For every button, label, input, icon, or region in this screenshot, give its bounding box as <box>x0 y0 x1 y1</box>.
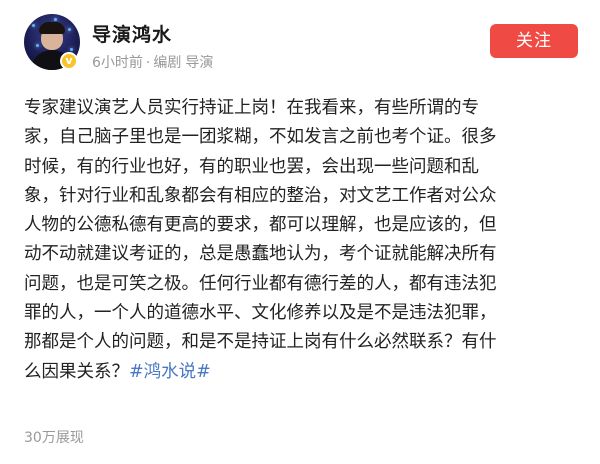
meta-separator: · <box>145 55 151 71</box>
author-tag: 导演 <box>185 55 214 71</box>
post-header: v 导演鸿水 6小时前 · 编剧 导演 关注 <box>0 0 600 84</box>
post-text-line: 那都是个人的问题，和是不是持证上岗有什么必然联系？有什 <box>24 332 497 353</box>
post-text-line: 动不动就建议考证的，总是愚蠢地认为，考个证就能解决所有 <box>24 244 497 265</box>
post-text-line: 罪的人，一个人的道德水平、文化修养以及是不是违法犯罪， <box>24 303 497 324</box>
post-text-line: 时候，有的行业也好，有的职业也罢，会出现一些问题和乱 <box>24 156 479 177</box>
hashtag-link[interactable]: #鸿水说# <box>129 362 211 382</box>
post-text-line: 人物的公德私德有更高的要求，都可以理解，也是应该的，但 <box>24 215 497 236</box>
avatar-light-dot <box>68 28 71 31</box>
view-count: 30万展现 <box>24 430 84 446</box>
avatar-hair <box>39 22 65 34</box>
avatar-light-dot <box>70 48 73 51</box>
post-text-line: 问题，也是可笑之极。任何行业都有德行差的人，都有违法犯 <box>24 273 497 294</box>
follow-button[interactable]: 关注 <box>490 24 578 58</box>
avatar-light-dot <box>54 18 57 21</box>
verified-badge-icon: v <box>60 52 78 70</box>
avatar-light-dot <box>36 44 39 47</box>
post-time: 6小时前 <box>92 55 143 71</box>
post-text-last-line: 么因果关系？#鸿水说# <box>24 358 580 387</box>
post-text-line: 象，针对行业和乱象都会有相应的整治，对文艺工作者对公众 <box>24 185 497 206</box>
post-content: 专家建议演艺人员实行持证上岗！在我看来，有些所谓的专 家，自己脑子里也是一团浆糊… <box>24 94 580 387</box>
post-text-line: 家，自己脑子里也是一团浆糊，不如发言之前也考个证。很多 <box>24 127 497 148</box>
author-role: 编剧 <box>153 55 182 71</box>
post-text-line: 专家建议演艺人员实行持证上岗！在我看来，有些所谓的专 <box>24 98 479 118</box>
post-meta: 6小时前 · 编剧 导演 <box>92 52 213 72</box>
author-name[interactable]: 导演鸿水 <box>92 20 172 47</box>
post-text-tail: 么因果关系？ <box>24 361 129 382</box>
avatar-light-dot <box>32 24 35 27</box>
